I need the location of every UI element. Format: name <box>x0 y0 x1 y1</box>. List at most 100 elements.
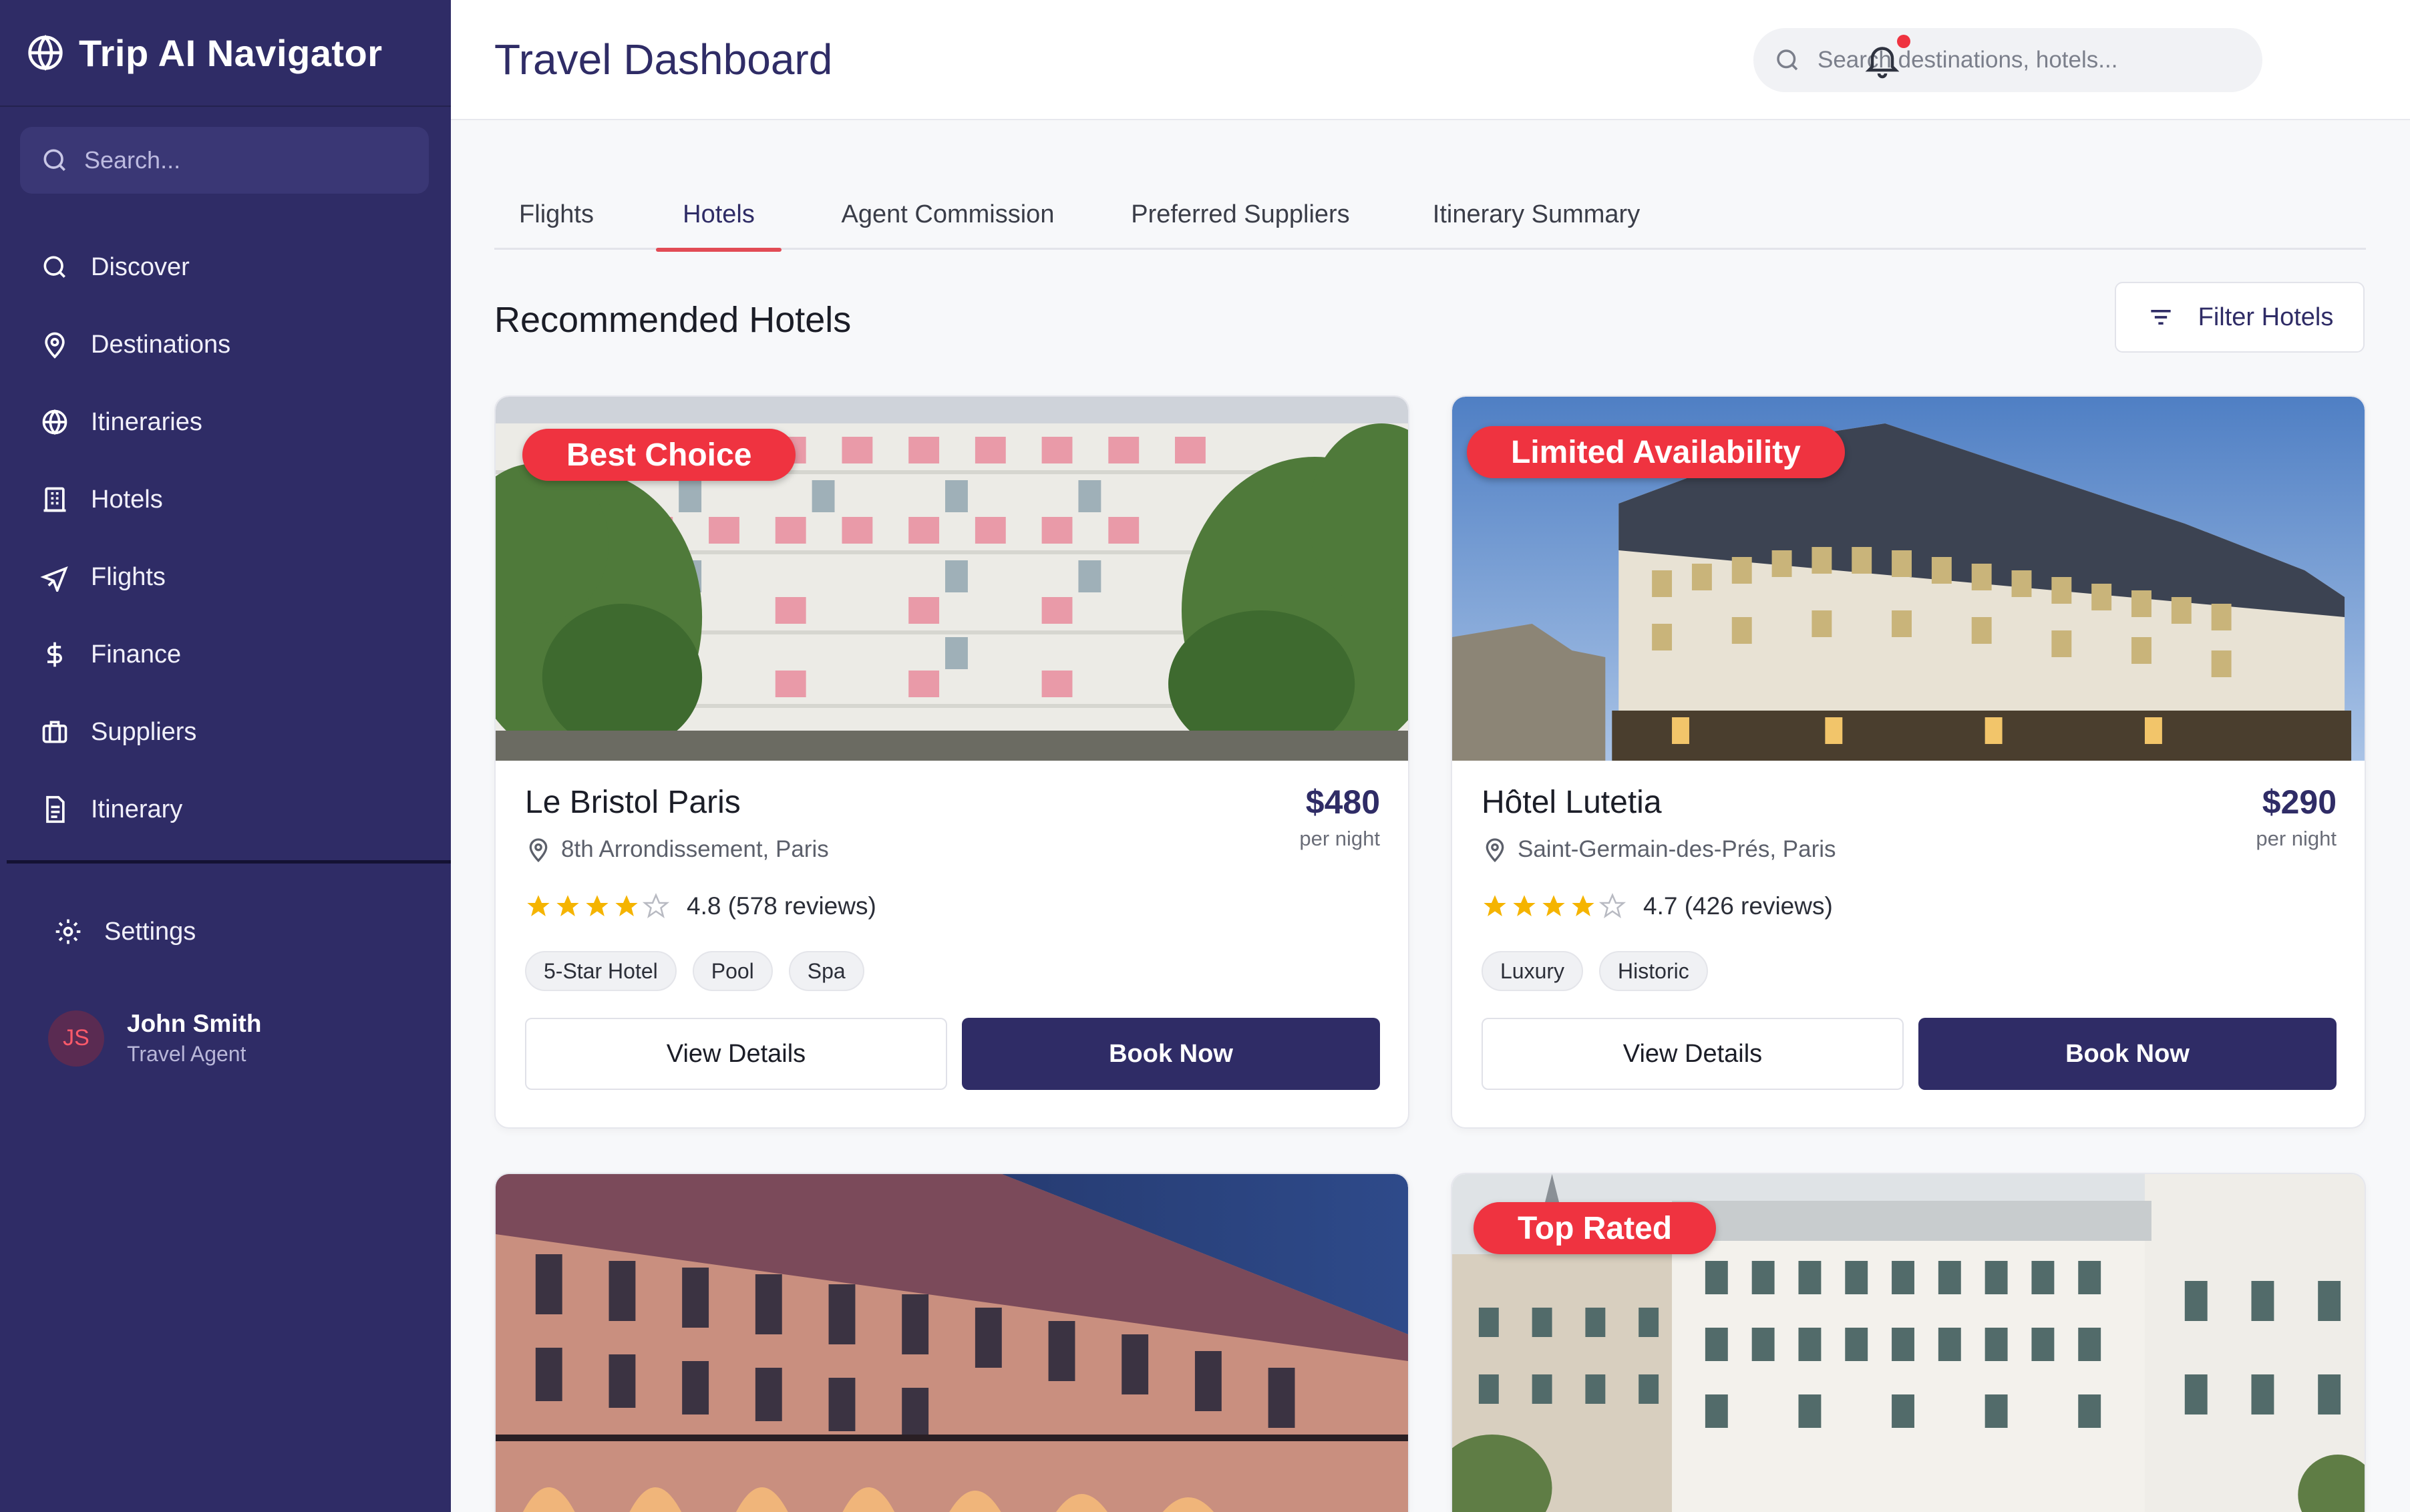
sidebar-item-label: Destinations <box>91 330 231 359</box>
global-search[interactable] <box>1753 28 2262 92</box>
book-now-button[interactable]: Book Now <box>1918 1018 2337 1090</box>
star-filled-icon <box>1572 895 1594 916</box>
globe-icon <box>42 409 67 435</box>
tab-hotels[interactable]: Hotels <box>656 179 782 252</box>
hotel-tags: Luxury Historic <box>1482 951 1724 991</box>
rating-text: 4.8 (578 reviews) <box>687 892 876 920</box>
sidebar-search[interactable] <box>20 127 429 194</box>
notification-dot <box>1897 35 1910 48</box>
hotel-name: Le Bristol Paris <box>525 785 741 820</box>
user-profile[interactable]: JS John Smith Travel Agent <box>48 1010 261 1067</box>
hotel-rating: 4.7 (426 reviews) <box>1482 892 1833 920</box>
hotel-card-top-rated: Top Rated <box>1451 1173 2366 1512</box>
sidebar-item-suppliers[interactable]: Suppliers <box>0 693 451 771</box>
tab-bar: Flights Hotels Agent Commission Preferre… <box>494 179 2366 252</box>
filter-icon <box>2150 310 2171 325</box>
sidebar-nav: Discover Destinations Itineraries Hotels… <box>0 228 451 848</box>
sidebar-item-label: Itinerary <box>91 795 183 823</box>
star-empty-icon <box>1599 893 1626 918</box>
hotel-photo <box>496 1174 1408 1512</box>
map-pin-icon <box>45 332 65 359</box>
user-role: Travel Agent <box>127 1042 246 1066</box>
price-unit: per night <box>2256 827 2337 850</box>
tab-agent-commission[interactable]: Agent Commission <box>838 179 1058 250</box>
sidebar-item-itineraries[interactable]: Itineraries <box>0 383 451 461</box>
filter-hotels-button[interactable]: Filter Hotels <box>2115 282 2365 353</box>
avatar: JS <box>48 1010 104 1067</box>
hotel-badge: Limited Availability <box>1467 426 1845 478</box>
sidebar-item-destinations[interactable]: Destinations <box>0 306 451 383</box>
document-icon <box>46 795 65 823</box>
hotel-badge: Best Choice <box>522 429 796 481</box>
hotel-location: 8th Arrondissement, Paris <box>525 835 829 864</box>
sidebar-item-label: Discover <box>91 252 190 281</box>
star-filled-icon <box>586 895 609 916</box>
view-details-button[interactable]: View Details <box>525 1018 947 1090</box>
sidebar-item-label: Suppliers <box>91 717 197 746</box>
sidebar-item-label: Flights <box>91 562 166 591</box>
sidebar-item-hotels[interactable]: Hotels <box>0 461 451 538</box>
book-now-button[interactable]: Book Now <box>962 1018 1380 1090</box>
hotel-badge: Top Rated <box>1474 1202 1717 1254</box>
star-rating <box>525 893 672 920</box>
hotel-name: Hôtel Lutetia <box>1482 785 1662 820</box>
hotel-tag: Spa <box>788 951 864 991</box>
star-empty-icon <box>643 893 669 918</box>
sidebar-item-flights[interactable]: Flights <box>0 538 451 616</box>
bell-icon[interactable] <box>1862 39 1902 81</box>
dollar-icon <box>47 642 62 667</box>
user-name: John Smith <box>127 1010 262 1037</box>
search-icon <box>43 256 65 278</box>
star-filled-icon <box>527 895 550 916</box>
sidebar-divider <box>0 106 451 107</box>
hotel-rating: 4.8 (578 reviews) <box>525 892 876 920</box>
sidebar-item-settings[interactable]: Settings <box>53 895 196 968</box>
hotel-price: $480 <box>1305 783 1380 821</box>
tab-flights[interactable]: Flights <box>519 179 594 250</box>
hotel-location-text: Saint-Germain-des-Prés, Paris <box>1518 836 1836 862</box>
star-filled-icon <box>1513 895 1536 916</box>
building-icon <box>43 487 66 512</box>
star-filled-icon <box>556 895 579 916</box>
sidebar: Trip AI Navigator Discover Destinations … <box>0 0 451 1512</box>
sidebar-bottom-divider <box>7 860 451 864</box>
star-filled-icon <box>615 895 638 916</box>
sidebar-item-label: Itineraries <box>91 407 202 436</box>
star-filled-icon <box>1484 895 1506 916</box>
sidebar-item-label: Settings <box>104 917 196 946</box>
sidebar-item-label: Finance <box>91 640 182 669</box>
hotel-location-text: 8th Arrondissement, Paris <box>561 836 829 862</box>
filter-hotels-label: Filter Hotels <box>2198 303 2334 331</box>
hotel-tag: Luxury <box>1482 951 1584 991</box>
brand-title: Trip AI Navigator <box>79 31 383 74</box>
view-details-button[interactable]: View Details <box>1482 1018 1904 1090</box>
search-icon <box>1777 49 1798 71</box>
hotel-card-le-meurice <box>494 1173 1409 1512</box>
tab-itinerary-summary[interactable]: Itinerary Summary <box>1429 179 1643 250</box>
sidebar-item-discover[interactable]: Discover <box>0 228 451 306</box>
star-rating <box>1482 893 1628 920</box>
hotel-price: $290 <box>2262 783 2337 821</box>
top-header: Travel Dashboard <box>451 0 2410 120</box>
globe-icon <box>28 35 63 71</box>
page-title: Travel Dashboard <box>494 35 833 83</box>
brand[interactable]: Trip AI Navigator <box>27 29 383 76</box>
rating-text: 4.7 (426 reviews) <box>1643 892 1833 920</box>
hotel-card-le-bristol: Best Choice Le Bristol Paris $480 per ni… <box>494 395 1409 1129</box>
hotel-tag: Pool <box>692 951 773 991</box>
briefcase-icon <box>42 721 67 743</box>
search-icon <box>43 149 65 171</box>
hotel-image[interactable] <box>496 1174 1408 1512</box>
tab-preferred-suppliers[interactable]: Preferred Suppliers <box>1130 179 1351 250</box>
hotel-tag: Historic <box>1599 951 1708 991</box>
sidebar-item-label: Hotels <box>91 485 163 514</box>
gear-icon <box>55 919 81 944</box>
section-title: Recommended Hotels <box>494 300 852 340</box>
sidebar-search-input[interactable] <box>83 146 403 175</box>
sidebar-item-itinerary[interactable]: Itinerary <box>0 771 451 848</box>
sidebar-item-finance[interactable]: Finance <box>0 616 451 693</box>
map-pin-icon <box>529 838 548 863</box>
hotel-location: Saint-Germain-des-Prés, Paris <box>1482 835 1836 864</box>
hotel-card-lutetia: Limited Availability Hôtel Lutetia $290 … <box>1451 395 2366 1129</box>
map-pin-icon <box>1486 838 1504 863</box>
